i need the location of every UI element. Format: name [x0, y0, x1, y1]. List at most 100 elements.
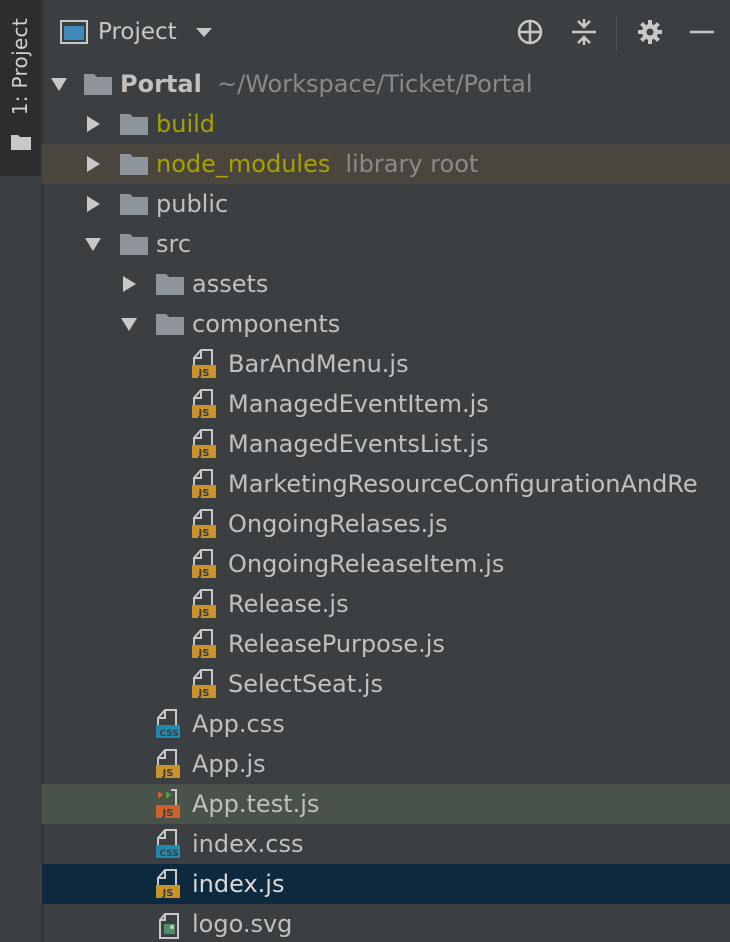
- tree-node-public[interactable]: public: [42, 184, 730, 224]
- folder-name: components: [192, 310, 341, 338]
- tool-window-strip: 1: Project: [0, 0, 43, 942]
- expanded-arrow-icon[interactable]: [84, 235, 102, 253]
- svg-text:JS: JS: [162, 768, 174, 779]
- locate-file-button[interactable]: [516, 18, 544, 46]
- chevron-down-icon: [195, 28, 212, 37]
- crosshair-icon: [517, 19, 543, 45]
- folder-icon: [84, 74, 112, 95]
- svg-text:JS: JS: [198, 408, 210, 419]
- svg-text:JS: JS: [162, 888, 174, 899]
- file-name: App.css: [192, 710, 285, 738]
- file-name: App.test.js: [192, 790, 320, 818]
- folder-icon: [120, 154, 148, 175]
- file-name: App.js: [192, 750, 266, 778]
- view-title: Project: [98, 19, 177, 45]
- tree-file-row[interactable]: JS App.js: [42, 744, 730, 784]
- js-file-icon: JS: [192, 589, 216, 619]
- project-tool-window-tab[interactable]: 1: Project: [0, 0, 41, 176]
- tree-file-row[interactable]: JS OngoingRelases.js: [42, 504, 730, 544]
- js-file-icon: JS: [192, 509, 216, 539]
- js-file-icon: JS: [192, 629, 216, 659]
- tree-node-assets[interactable]: assets: [42, 264, 730, 304]
- folder-icon: [156, 314, 184, 335]
- folder-name: node_modules library root: [156, 150, 479, 178]
- folder-icon: [156, 274, 184, 295]
- folder-name: public: [156, 190, 229, 218]
- svg-text:JS: JS: [198, 368, 210, 379]
- collapsed-arrow-icon[interactable]: [84, 155, 102, 173]
- root-path: ~/Workspace/Ticket/Portal: [217, 70, 533, 98]
- tree-node-portal[interactable]: Portal ~/Workspace/Ticket/Portal: [42, 64, 730, 104]
- folder-name: build: [156, 110, 216, 138]
- project-tree: Portal ~/Workspace/Ticket/Portal build n…: [42, 64, 730, 942]
- collapsed-arrow-icon[interactable]: [120, 275, 138, 293]
- tree-file-row[interactable]: CSS App.css: [42, 704, 730, 744]
- minus-icon: [690, 30, 714, 34]
- collapse-all-icon: [572, 19, 596, 45]
- file-name: index.css: [192, 830, 304, 858]
- css-file-icon: CSS: [156, 709, 180, 739]
- js-test-file-icon: JS: [156, 789, 180, 819]
- css-file-icon: CSS: [156, 829, 180, 859]
- svg-text:JS: JS: [198, 568, 210, 579]
- collapsed-arrow-icon[interactable]: [84, 195, 102, 213]
- svg-text:CSS: CSS: [159, 729, 178, 739]
- tree-node-components[interactable]: components: [42, 304, 730, 344]
- folder-icon: [11, 135, 31, 150]
- tree-file-row[interactable]: logo.svg: [42, 904, 730, 942]
- folder-name: src: [156, 230, 192, 258]
- svg-text:JS: JS: [162, 808, 174, 819]
- tree-file-row[interactable]: JS MarketingResourceConfigurationAndRe: [42, 464, 730, 504]
- tree-node-node-modules[interactable]: node_modules library root: [42, 144, 730, 184]
- gear-icon: [638, 20, 662, 44]
- expanded-arrow-icon[interactable]: [50, 75, 68, 93]
- tree-file-row[interactable]: JS ManagedEventsList.js: [42, 424, 730, 464]
- file-name: MarketingResourceConfigurationAndRe: [228, 470, 698, 498]
- tree-file-row[interactable]: JS BarAndMenu.js: [42, 344, 730, 384]
- tree-file-row[interactable]: JS ReleasePurpose.js: [42, 624, 730, 664]
- folder-icon: [120, 234, 148, 255]
- project-panel: Project Portal ~/Workspace/Ticket/Portal…: [42, 0, 730, 942]
- js-file-icon: JS: [192, 549, 216, 579]
- tree-file-row-selected[interactable]: JS index.js: [42, 864, 730, 904]
- js-file-icon: JS: [192, 429, 216, 459]
- js-file-icon: JS: [156, 869, 180, 899]
- tree-file-row[interactable]: JS OngoingReleaseItem.js: [42, 544, 730, 584]
- tree-file-row[interactable]: JS SelectSeat.js: [42, 664, 730, 704]
- hide-panel-button[interactable]: [688, 18, 716, 46]
- settings-button[interactable]: [636, 18, 664, 46]
- file-name: ManagedEventsList.js: [228, 430, 489, 458]
- project-tab-label: 1: Project: [8, 18, 32, 116]
- file-name: index.js: [192, 870, 285, 898]
- collapse-all-button[interactable]: [570, 18, 598, 46]
- tree-node-build[interactable]: build: [42, 104, 730, 144]
- folder-icon: [120, 114, 148, 135]
- tree-file-row[interactable]: CSS index.css: [42, 824, 730, 864]
- svg-text:JS: JS: [198, 688, 210, 699]
- file-name: ManagedEventItem.js: [228, 390, 489, 418]
- view-selector[interactable]: Project: [60, 14, 213, 50]
- svg-text:JS: JS: [198, 528, 210, 539]
- toolbar-divider: [616, 16, 617, 50]
- file-name: SelectSeat.js: [228, 670, 383, 698]
- tree-file-row[interactable]: JS ManagedEventItem.js: [42, 384, 730, 424]
- file-name: logo.svg: [192, 910, 293, 938]
- collapsed-arrow-icon[interactable]: [84, 115, 102, 133]
- js-file-icon: JS: [192, 349, 216, 379]
- svg-text:JS: JS: [198, 448, 210, 459]
- svg-text:JS: JS: [198, 648, 210, 659]
- tree-file-row[interactable]: JS App.test.js: [42, 784, 730, 824]
- project-toolbar: Project: [42, 0, 730, 64]
- svg-text:CSS: CSS: [159, 849, 178, 859]
- tree-file-row[interactable]: JS Release.js: [42, 584, 730, 624]
- root-folder-name: Portal: [120, 70, 202, 98]
- window-icon: [60, 20, 88, 44]
- file-name: ReleasePurpose.js: [228, 630, 445, 658]
- tree-node-src[interactable]: src: [42, 224, 730, 264]
- file-name: OngoingRelases.js: [228, 510, 448, 538]
- expanded-arrow-icon[interactable]: [120, 315, 138, 333]
- file-name: BarAndMenu.js: [228, 350, 409, 378]
- svg-file-icon: [159, 913, 179, 939]
- js-file-icon: JS: [192, 669, 216, 699]
- svg-text:JS: JS: [198, 608, 210, 619]
